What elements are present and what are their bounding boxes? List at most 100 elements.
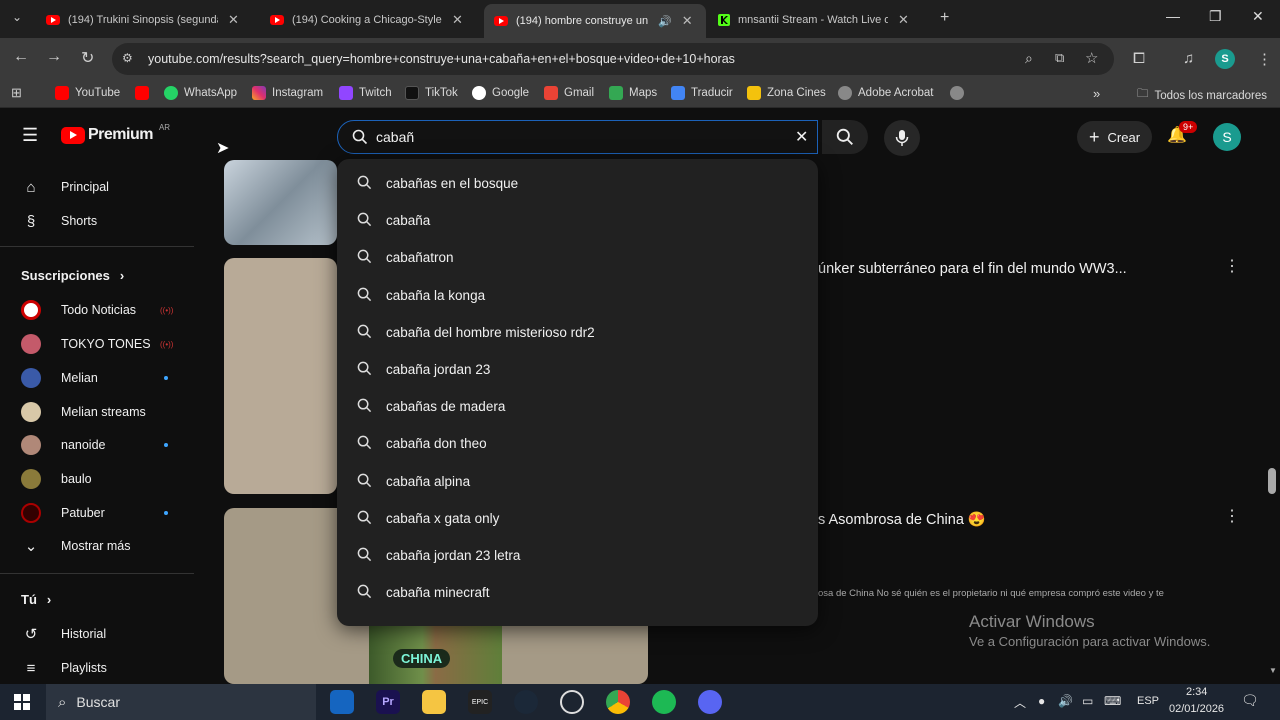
sidebar-channel[interactable]: Todo Noticias ((•)) — [0, 295, 194, 325]
video-title[interactable]: únker subterráneo para el fin del mundo … — [818, 261, 1127, 277]
language-indicator[interactable]: ESP — [1137, 695, 1159, 707]
clock-date[interactable]: 02/01/2026 — [1169, 703, 1224, 715]
search-input[interactable] — [376, 129, 776, 145]
search-suggestion[interactable]: cabaña la konga — [337, 277, 818, 314]
chrome-menu-icon[interactable]: ⋮ — [1257, 50, 1272, 68]
volume-icon[interactable]: 🔊 — [1058, 694, 1073, 708]
search-suggestion[interactable]: cabaña don theo — [337, 425, 818, 462]
voice-search-button[interactable] — [884, 120, 920, 156]
steam-icon[interactable] — [514, 690, 538, 714]
windows-start-icon[interactable] — [14, 694, 30, 715]
bookmark-whatsapp[interactable]: WhatsApp — [164, 86, 237, 100]
bookmark-star-icon[interactable]: ☆ — [1085, 49, 1098, 67]
bookmark-adobe[interactable]: Adobe Acrobat — [838, 86, 933, 100]
bookmark-instagram[interactable]: Instagram — [252, 86, 323, 100]
new-tab-icon[interactable]: + — [940, 9, 949, 27]
network-icon[interactable]: ● — [1038, 694, 1045, 708]
clock-time[interactable]: 2:34 — [1186, 686, 1207, 698]
extensions-icon[interactable]: ⧠ — [1133, 50, 1145, 67]
close-tab-icon[interactable]: ✕ — [452, 12, 463, 28]
notifications-button[interactable]: 🔔 9+ — [1167, 121, 1198, 145]
sidebar-channel[interactable]: baulo — [0, 464, 194, 494]
search-suggestion[interactable]: cabaña alpina — [337, 463, 818, 500]
address-bar[interactable]: ⚙ youtube.com/results?search_query=hombr… — [112, 43, 1114, 75]
close-tab-icon[interactable]: ✕ — [682, 13, 693, 29]
close-tab-icon[interactable]: ✕ — [228, 12, 239, 28]
discord-icon[interactable] — [698, 690, 722, 714]
more-bookmarks-icon[interactable]: » — [1093, 86, 1100, 101]
search-suggestion[interactable]: cabaña del hombre misterioso rdr2 — [337, 314, 818, 351]
bookmark-tiktok[interactable]: TikTok — [405, 86, 458, 100]
bookmark-google[interactable]: Google — [472, 86, 529, 100]
search-box[interactable]: ✕ — [337, 120, 818, 154]
profile-avatar[interactable]: S — [1215, 49, 1235, 69]
file-explorer-icon[interactable] — [422, 690, 446, 714]
bookmark-youtube[interactable]: YouTube — [55, 86, 120, 100]
sidebar-channel[interactable]: TOKYO TONES ((•)) — [0, 329, 194, 359]
display-icon[interactable]: ▭ — [1082, 694, 1093, 708]
bookmark-twitch[interactable]: Twitch — [339, 86, 392, 100]
zoom-icon[interactable]: ⌕ — [1025, 50, 1033, 67]
close-tab-icon[interactable]: ✕ — [898, 12, 909, 28]
media-controls-icon[interactable]: ♫ — [1183, 50, 1194, 67]
epic-games-icon[interactable]: EPIC — [468, 690, 492, 714]
video-thumbnail[interactable] — [224, 258, 337, 494]
video-thumbnail[interactable] — [224, 160, 337, 245]
tab-2[interactable]: (194) Cooking a Chicago-Style ✕ — [260, 6, 473, 34]
premiere-app-icon[interactable]: Pr — [376, 690, 400, 714]
menu-icon[interactable]: ☰ — [22, 125, 38, 146]
audio-playing-icon[interactable]: 🔊 — [658, 15, 672, 28]
bookmark-maps[interactable]: Maps — [609, 86, 657, 100]
bookmark-globe[interactable] — [950, 86, 970, 100]
tab-3-active[interactable]: (194) hombre construye un 🔊 ✕ — [484, 4, 706, 38]
bookmark-traducir[interactable]: Traducir — [671, 86, 733, 100]
notifications-icon[interactable]: 🗨 — [1241, 692, 1259, 709]
account-avatar[interactable]: S — [1213, 123, 1241, 151]
spotify-icon[interactable] — [652, 690, 676, 714]
scroll-down-icon[interactable]: ▼ — [1269, 666, 1277, 675]
taskbar-search[interactable]: ⌕ Buscar — [46, 684, 316, 720]
minimize-icon[interactable]: — — [1166, 8, 1180, 24]
close-window-icon[interactable]: ✕ — [1252, 8, 1264, 25]
tab-4[interactable]: mnsantii Stream - Watch Live o ✕ — [708, 6, 919, 34]
clear-search-icon[interactable]: ✕ — [795, 127, 808, 147]
tab-search-icon[interactable]: ⌄ — [12, 10, 22, 24]
sidebar-channel[interactable]: Patuber — [0, 498, 194, 528]
search-suggestion[interactable]: cabaña minecraft — [337, 574, 818, 611]
sidebar-show-more[interactable]: ⌄ Mostrar más — [0, 531, 194, 561]
tray-overflow-icon[interactable]: ︿ — [1014, 694, 1026, 711]
sidebar-channel[interactable]: nanoide — [0, 430, 194, 460]
you-heading[interactable]: Tú › — [21, 592, 51, 607]
bookmark-gmail[interactable]: Gmail — [544, 86, 594, 100]
sidebar-item-history[interactable]: ↺ Historial — [0, 619, 194, 649]
video-title[interactable]: s Asombrosa de China 😍 — [818, 511, 986, 528]
forward-icon[interactable]: → — [46, 48, 62, 66]
reload-icon[interactable]: ↻ — [81, 48, 94, 68]
youtube-logo[interactable]: Premium AR — [61, 123, 170, 144]
more-actions-icon[interactable]: ⋮ — [1224, 256, 1240, 276]
search-suggestion[interactable]: cabaña x gata only — [337, 500, 818, 537]
chrome-icon[interactable] — [606, 690, 630, 714]
clock-app-icon[interactable] — [560, 690, 584, 714]
search-suggestion[interactable]: cabañas en el bosque — [337, 165, 818, 202]
bookmark-youtube-2[interactable] — [135, 86, 155, 100]
site-info-icon[interactable]: ⚙ — [122, 51, 133, 65]
back-icon[interactable]: ← — [13, 48, 29, 66]
sidebar-channel[interactable]: Melian — [0, 363, 194, 393]
search-suggestion[interactable]: cabaña — [337, 202, 818, 239]
restore-icon[interactable]: ❐ — [1209, 8, 1222, 25]
bookmark-zona-cines[interactable]: Zona Cines — [747, 86, 826, 100]
subscriptions-heading[interactable]: Suscripciones › — [21, 268, 124, 283]
search-suggestion[interactable]: cabaña jordan 23 letra — [337, 537, 818, 574]
search-button[interactable] — [822, 120, 868, 154]
create-button[interactable]: + Crear — [1077, 121, 1153, 153]
apps-grid-icon[interactable]: ⊞ — [11, 85, 22, 101]
tab-1[interactable]: (194) Trukini Sinopsis (segunda ✕ — [36, 6, 249, 34]
all-bookmarks[interactable]: 🗀 Todos los marcadores — [1137, 86, 1267, 105]
search-suggestion[interactable]: cabañas de madera — [337, 388, 818, 425]
search-suggestion[interactable]: cabañatron — [337, 239, 818, 276]
search-suggestion[interactable]: cabaña jordan 23 — [337, 351, 818, 388]
sidebar-item-principal[interactable]: ⌂ Principal — [0, 172, 194, 202]
more-actions-icon[interactable]: ⋮ — [1224, 506, 1240, 526]
scrollbar-thumb[interactable] — [1268, 468, 1276, 494]
